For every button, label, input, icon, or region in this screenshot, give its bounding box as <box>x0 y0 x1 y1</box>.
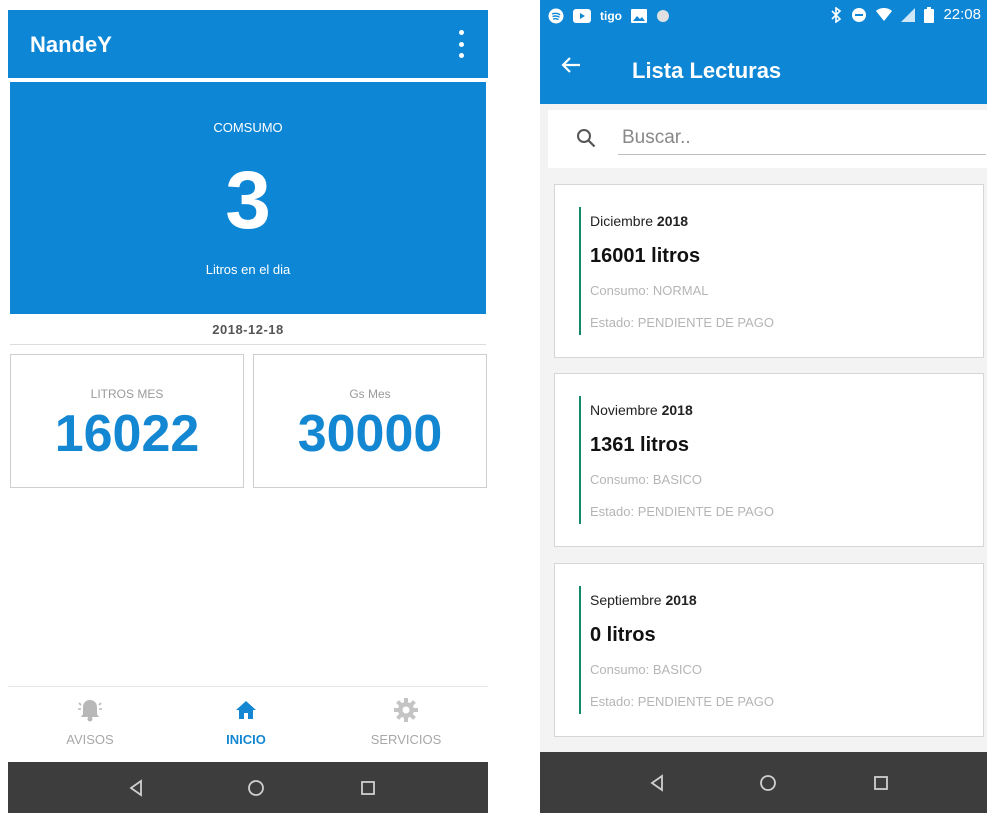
back-nav-button[interactable] <box>128 778 144 797</box>
nav-servicios[interactable]: SERVICIOS <box>351 697 461 747</box>
wifi-icon <box>876 7 893 21</box>
reading-year: 2018 <box>665 592 697 608</box>
reading-year: 2018 <box>656 213 689 229</box>
monthly-guarani-value: 30000 <box>297 405 443 463</box>
system-navigation-bar <box>8 762 488 813</box>
reading-card[interactable]: Septiembre 2018 0 litros Consumo: BASICO… <box>554 563 984 737</box>
triangle-back-icon <box>650 773 663 792</box>
square-recents-icon <box>361 780 375 795</box>
signal-icon <box>901 7 916 22</box>
back-button[interactable] <box>560 54 582 81</box>
gear-icon <box>394 698 418 722</box>
back-nav-button[interactable] <box>649 773 665 792</box>
nav-avisos[interactable]: AVISOS <box>35 697 145 747</box>
reading-status: Estado: PENDIENTE DE PAGO <box>590 315 774 330</box>
monthly-guarani-label: Gs Mes <box>349 387 391 401</box>
search-bar <box>548 110 987 168</box>
home-nav-button[interactable] <box>759 774 777 792</box>
reading-consumption: Consumo: BASICO <box>590 472 702 487</box>
spotify-icon <box>548 8 564 24</box>
nav-avisos-label: AVISOS <box>66 732 114 747</box>
reading-month: Septiembre <box>590 592 662 608</box>
home-screen: NandeY COMSUMO 3 Litros en el dia 2018-1… <box>8 0 488 813</box>
reading-month: Diciembre <box>590 213 654 229</box>
reading-card[interactable]: Diciembre 2018 16001 litros Consumo: NOR… <box>554 184 984 358</box>
system-navigation-bar <box>540 752 987 813</box>
home-icon <box>236 701 256 719</box>
square-recents-icon <box>874 775 888 790</box>
daily-consumption-card: COMSUMO 3 Litros en el dia <box>10 82 486 314</box>
reading-status: Estado: PENDIENTE DE PAGO <box>590 694 774 709</box>
monthly-liters-card: LITROS MES 16022 <box>10 354 244 488</box>
card-accent-bar <box>579 207 581 335</box>
do-not-disturb-icon <box>852 7 867 22</box>
card-accent-bar <box>579 586 581 714</box>
nav-inicio-label: INICIO <box>226 732 266 747</box>
battery-icon <box>924 6 935 23</box>
status-bar: tigo 22:08 <box>540 0 987 32</box>
youtube-icon <box>573 9 591 23</box>
overflow-menu-icon[interactable] <box>456 30 466 58</box>
consumption-unit: Litros en el dia <box>205 262 291 277</box>
reading-liters: 16001 litros <box>590 245 701 267</box>
card-accent-bar <box>579 396 581 524</box>
readings-list-screen: tigo 22:08 Lista Lecturas Diciembre 2018… <box>540 0 987 813</box>
consumption-date: 2018-12-18 <box>10 316 486 345</box>
consumption-value: 3 <box>225 155 271 246</box>
reading-liters: 1361 litros <box>590 434 689 456</box>
reading-period: Diciembre 2018 <box>590 213 688 229</box>
reading-liters: 0 litros <box>590 624 656 646</box>
circle-home-icon <box>760 774 776 791</box>
search-icon[interactable] <box>576 128 596 148</box>
app-title: NandeY <box>30 32 112 57</box>
monthly-guarani-card: Gs Mes 30000 <box>253 354 487 488</box>
reading-status: Estado: PENDIENTE DE PAGO <box>590 504 774 519</box>
page-title: Lista Lecturas <box>632 58 782 83</box>
circle-home-icon <box>248 779 264 796</box>
reading-consumption: Consumo: BASICO <box>590 662 702 677</box>
monthly-liters-value: 16022 <box>54 405 200 463</box>
reading-card[interactable]: Noviembre 2018 1361 litros Consumo: BASI… <box>554 373 984 547</box>
nav-inicio[interactable]: INICIO <box>191 697 301 747</box>
bell-icon <box>78 700 102 722</box>
dot-icon <box>657 10 669 22</box>
reading-year: 2018 <box>661 402 693 418</box>
app-bar: Lista Lecturas <box>540 32 987 104</box>
bluetooth-icon <box>831 6 842 23</box>
bottom-navigation: AVISOS INICIO SERVICIOS <box>8 686 488 761</box>
nav-servicios-label: SERVICIOS <box>370 732 442 747</box>
reading-period: Septiembre 2018 <box>590 592 697 608</box>
recents-nav-button[interactable] <box>873 775 889 791</box>
triangle-back-icon <box>129 778 142 797</box>
app-bar: NandeY <box>8 10 488 78</box>
clock: 22:08 <box>943 6 981 23</box>
reading-month: Noviembre <box>590 402 658 418</box>
carrier-label: tigo <box>600 9 622 23</box>
consumption-label: COMSUMO <box>213 120 283 135</box>
reading-consumption: Consumo: NORMAL <box>590 283 709 298</box>
home-nav-button[interactable] <box>247 779 265 797</box>
reading-period: Noviembre 2018 <box>590 402 693 418</box>
search-input[interactable] <box>618 122 986 155</box>
monthly-liters-label: LITROS MES <box>90 387 164 401</box>
image-icon <box>631 9 647 23</box>
recents-nav-button[interactable] <box>360 780 376 796</box>
arrow-back-icon <box>561 57 580 73</box>
